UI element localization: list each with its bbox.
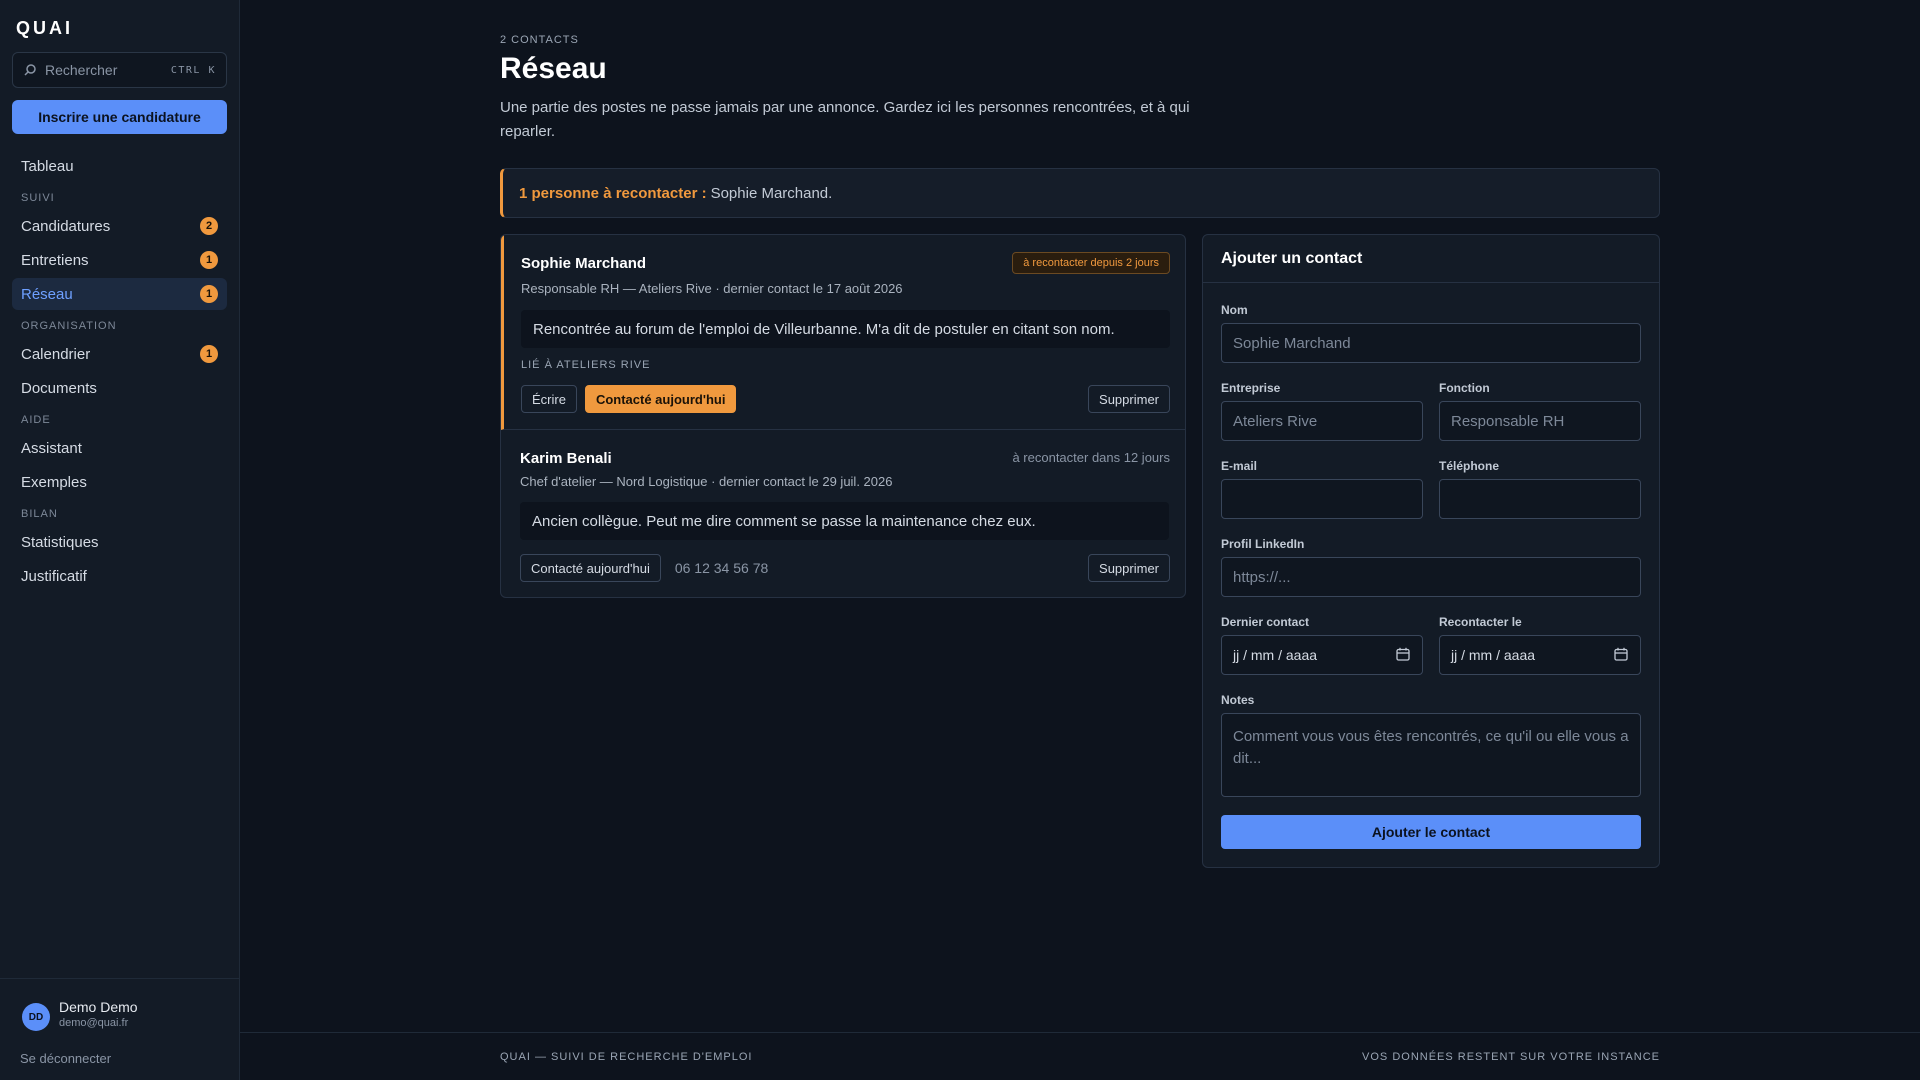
nav-item-entretiens[interactable]: Entretiens 1 bbox=[12, 244, 227, 276]
contact-name: Sophie Marchand bbox=[521, 255, 647, 272]
page-title: Réseau bbox=[500, 52, 607, 85]
contact-card: Karim Benali à recontacter dans 12 jours… bbox=[501, 430, 1185, 597]
contact-note: Ancien collègue. Peut me dire comment se… bbox=[520, 502, 1169, 540]
recontact-label: Recontacter le bbox=[1439, 615, 1522, 629]
notes-textarea[interactable]: Comment vous vous êtes rencontrés, ce qu… bbox=[1221, 713, 1641, 797]
footer-left: QUAI — SUIVI DE RECHERCHE D'EMPLOI bbox=[500, 1051, 753, 1063]
nav-item-label: Candidatures bbox=[21, 217, 111, 235]
nav-item-statistiques[interactable]: Statistiques bbox=[12, 526, 227, 558]
contact-actions: Écrire Contacté aujourd'hui bbox=[521, 385, 737, 413]
email-label: E-mail bbox=[1221, 459, 1258, 473]
recontact-alert: 1 personne à recontacter : Sophie Marcha… bbox=[500, 168, 1660, 218]
status-badge: à recontacter depuis 2 jours bbox=[1012, 252, 1170, 274]
email-field[interactable] bbox=[1221, 479, 1423, 519]
delete-button[interactable]: Supprimer bbox=[1088, 385, 1170, 413]
contact-note: Rencontrée au forum de l'emploi de Ville… bbox=[521, 310, 1170, 348]
avatar: DD bbox=[22, 1003, 50, 1031]
count-badge: 1 bbox=[200, 345, 218, 363]
alert-text: Sophie Marchand. bbox=[710, 184, 833, 202]
search-shortcut: CTRL K bbox=[170, 64, 216, 76]
logout-link[interactable]: Se déconnecter bbox=[20, 1051, 111, 1066]
nav-item-reseau[interactable]: Réseau 1 bbox=[12, 278, 227, 310]
main-nav: Tableau SUIVI Candidatures 2 Entretiens … bbox=[12, 150, 227, 594]
add-application-button[interactable]: Inscrire une candidature bbox=[12, 100, 227, 134]
contact-list: Sophie Marchand à recontacter depuis 2 j… bbox=[500, 234, 1186, 598]
contact-meta: Responsable RH — Ateliers Rive · dernier… bbox=[521, 281, 903, 296]
main-content: 2 CONTACTS Réseau Une partie des postes … bbox=[240, 0, 1920, 1080]
linkedin-label: Profil LinkedIn bbox=[1221, 537, 1305, 551]
role-field[interactable]: Responsable RH bbox=[1439, 401, 1641, 441]
contacts-count: 2 CONTACTS bbox=[500, 34, 579, 46]
nav-item-tableau[interactable]: Tableau bbox=[12, 150, 227, 182]
nav-item-label: Assistant bbox=[21, 439, 82, 457]
calendar-icon[interactable] bbox=[1396, 647, 1410, 664]
footer-right: VOS DONNÉES RESTENT SUR VOTRE INSTANCE bbox=[1362, 1051, 1660, 1063]
page-footer: QUAI — SUIVI DE RECHERCHE D'EMPLOI VOS D… bbox=[240, 1032, 1920, 1080]
nav-item-calendrier[interactable]: Calendrier 1 bbox=[12, 338, 227, 370]
status-text: à recontacter dans 12 jours bbox=[1012, 450, 1170, 465]
search-icon bbox=[23, 63, 37, 77]
nav-section-bilan: BILAN bbox=[21, 508, 58, 520]
user-email: demo@quai.fr bbox=[59, 1017, 129, 1029]
nav-item-label: Statistiques bbox=[21, 533, 99, 551]
last-contact-date-field[interactable]: jj / mm / aaaa bbox=[1221, 635, 1423, 675]
phone-label: Téléphone bbox=[1439, 459, 1500, 473]
nav-section-aide: AIDE bbox=[21, 414, 51, 426]
count-badge: 1 bbox=[200, 251, 218, 269]
page-description: Une partie des postes ne passe jamais pa… bbox=[500, 99, 1190, 140]
nav-item-label: Documents bbox=[21, 379, 97, 397]
delete-button[interactable]: Supprimer bbox=[1088, 554, 1170, 582]
contacted-today-button[interactable]: Contacté aujourd'hui bbox=[520, 554, 661, 582]
brand-logo: QUAI bbox=[16, 18, 73, 38]
nav-section-suivi: SUIVI bbox=[21, 192, 55, 204]
contact-meta: Chef d'atelier — Nord Logistique · derni… bbox=[520, 474, 893, 489]
write-button[interactable]: Écrire bbox=[521, 385, 577, 413]
linkedin-field[interactable]: https://... bbox=[1221, 557, 1641, 597]
calendar-icon[interactable] bbox=[1614, 647, 1628, 664]
search-input[interactable]: Rechercher CTRL K bbox=[12, 52, 227, 88]
notes-label: Notes bbox=[1221, 693, 1255, 707]
nav-item-justificatif[interactable]: Justificatif bbox=[12, 560, 227, 592]
nav-item-label: Justificatif bbox=[21, 567, 87, 585]
contact-name: Karim Benali bbox=[520, 450, 612, 467]
user-name: Demo Demo bbox=[59, 999, 138, 1015]
date-value: jj / mm / aaaa bbox=[1451, 647, 1536, 663]
contacted-today-button[interactable]: Contacté aujourd'hui bbox=[584, 385, 737, 413]
nav-item-label: Entretiens bbox=[21, 251, 89, 269]
name-field[interactable]: Sophie Marchand bbox=[1221, 323, 1641, 363]
alert-title: 1 personne à recontacter : bbox=[519, 184, 707, 202]
company-label: Entreprise bbox=[1221, 381, 1281, 395]
nav-item-label: Exemples bbox=[21, 473, 87, 491]
search-placeholder: Rechercher bbox=[45, 62, 118, 78]
contact-actions: Contacté aujourd'hui 06 12 34 56 78 bbox=[520, 554, 768, 582]
nav-item-candidatures[interactable]: Candidatures 2 bbox=[12, 210, 227, 242]
sidebar: QUAI Rechercher CTRL K Inscrire une cand… bbox=[0, 0, 240, 1080]
add-contact-form: Ajouter un contact Nom Sophie Marchand E… bbox=[1202, 234, 1660, 868]
nav-item-documents[interactable]: Documents bbox=[12, 372, 227, 404]
name-label: Nom bbox=[1221, 303, 1248, 317]
linked-company: LIÉ À ATELIERS RIVE bbox=[521, 359, 651, 371]
company-field[interactable]: Ateliers Rive bbox=[1221, 401, 1423, 441]
nav-item-exemples[interactable]: Exemples bbox=[12, 466, 227, 498]
contact-card: Sophie Marchand à recontacter depuis 2 j… bbox=[501, 235, 1185, 430]
nav-item-label: Réseau bbox=[21, 285, 73, 303]
nav-item-assistant[interactable]: Assistant bbox=[12, 432, 227, 464]
count-badge: 1 bbox=[200, 285, 218, 303]
recontact-date-field[interactable]: jj / mm / aaaa bbox=[1439, 635, 1641, 675]
count-badge: 2 bbox=[200, 217, 218, 235]
date-value: jj / mm / aaaa bbox=[1233, 647, 1318, 663]
add-contact-button[interactable]: Ajouter le contact bbox=[1221, 815, 1641, 849]
role-label: Fonction bbox=[1439, 381, 1490, 395]
nav-item-label: Calendrier bbox=[21, 345, 91, 363]
nav-section-organisation: ORGANISATION bbox=[21, 320, 117, 332]
user-panel: DD Demo Demo demo@quai.fr Se déconnecter bbox=[0, 978, 240, 1080]
form-title: Ajouter un contact bbox=[1203, 235, 1659, 283]
phone-field[interactable] bbox=[1439, 479, 1641, 519]
nav-item-label: Tableau bbox=[21, 157, 74, 175]
last-contact-label: Dernier contact bbox=[1221, 615, 1310, 629]
contact-phone: 06 12 34 56 78 bbox=[674, 560, 769, 576]
